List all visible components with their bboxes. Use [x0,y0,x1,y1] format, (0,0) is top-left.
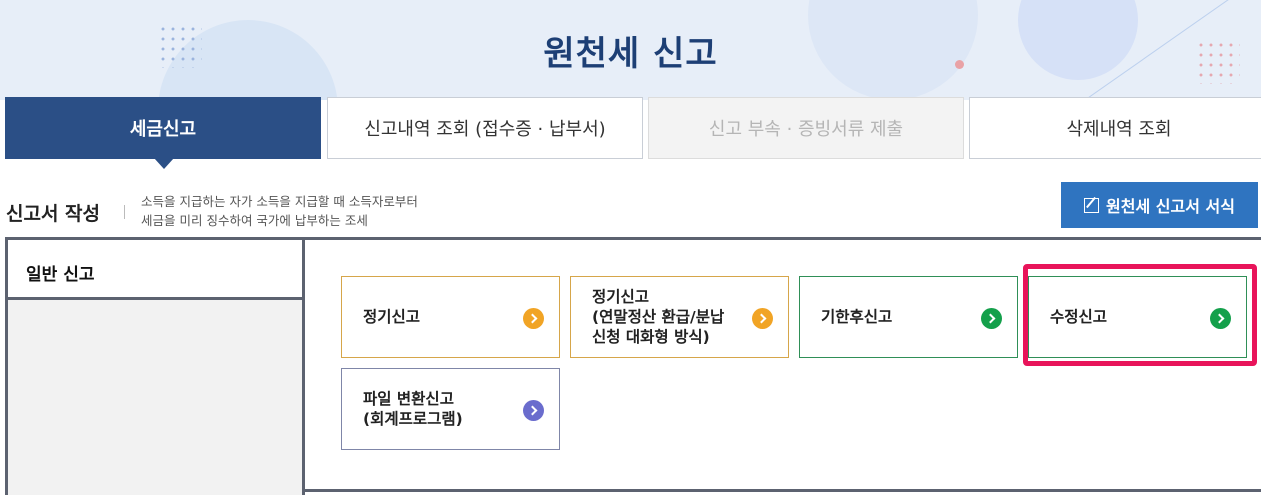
tab-attachment-submit[interactable]: 신고 부속 · 증빙서류 제출 [648,97,964,159]
page-header: 원천세 신고 [0,0,1261,100]
card-label: 기한후신고 [821,308,893,326]
section-title: 신고서 작성 [6,203,101,225]
card-label: 정기신고 (연말정산 환급/분납 신청 대화형 방식) [592,288,725,346]
card-late-filing[interactable]: 기한후신고 [799,276,1018,358]
card-file-conversion-filing[interactable]: 파일 변환신고 (회계프로그램) [341,368,560,450]
card-label: 정기신고 [363,308,421,326]
chevron-right-icon [752,308,773,329]
tab-deleted-history[interactable]: 삭제내역 조회 [969,97,1261,159]
side-tab-general[interactable]: 일반 신고 [8,240,305,300]
chevron-right-icon [981,308,1002,329]
tab-filing-history[interactable]: 신고내역 조회 (접수증 · 납부서) [327,97,643,159]
page-title: 원천세 신고 [543,34,718,74]
section-divider [124,205,125,219]
description-line: 소득을 지급하는 자가 소득을 지급할 때 소득자로부터 [141,194,418,209]
description-line: 세금을 미리 징수하여 국가에 납부하는 조세 [141,213,368,228]
chevron-right-icon [1210,308,1231,329]
edit-icon [1084,197,1100,213]
card-amended-filing[interactable]: 수정신고 [1028,276,1247,358]
chevron-right-icon [523,308,544,329]
side-area [8,300,305,495]
tab-bar: 세금신고 신고내역 조회 (접수증 · 납부서) 신고 부속 · 증빙서류 제출… [5,97,1261,169]
withholding-form-button[interactable]: 원천세 신고서 서식 [1061,182,1258,228]
card-regular-filing[interactable]: 정기신고 [341,276,560,358]
side-tab-label: 일반 신고 [26,265,95,285]
section-description: 소득을 지급하는 자가 소득을 지급할 때 소득자로부터 세금을 미리 징수하여… [141,192,501,230]
form-button-label: 원천세 신고서 서식 [1106,197,1235,216]
panel-bottom-border [305,489,1261,492]
card-label: 파일 변환신고 (회계프로그램) [363,390,463,428]
card-regular-filing-interactive[interactable]: 정기신고 (연말정산 환급/분납 신청 대화형 방식) [570,276,789,358]
card-label: 수정신고 [1050,308,1108,326]
tab-tax-filing[interactable]: 세금신고 [5,97,321,169]
chevron-right-icon [523,400,544,421]
